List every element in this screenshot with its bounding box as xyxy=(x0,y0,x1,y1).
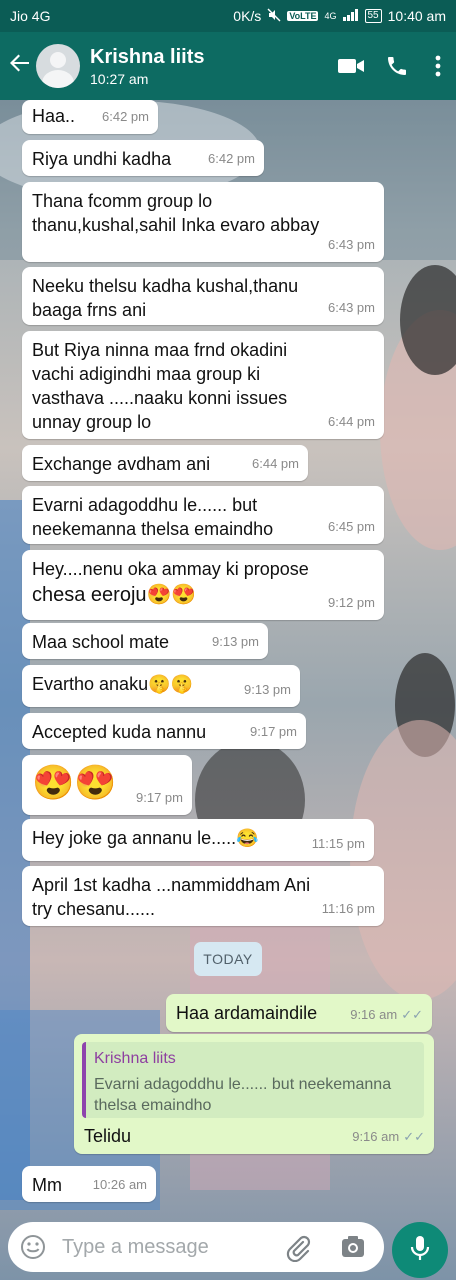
message-time: 9:13 pm xyxy=(244,682,291,697)
message-bubble[interactable]: April 1st kadha ...nammiddham Ani try ch… xyxy=(22,866,384,926)
message-time: 11:16 pm xyxy=(321,901,375,916)
message-text: vachi adigindhi maa group ki xyxy=(32,364,261,384)
message-text: neekemanna thelsa emaindho xyxy=(32,519,274,539)
message-text: Telidu xyxy=(84,1126,132,1146)
mute-icon xyxy=(267,8,281,25)
message-text: unnay group lo xyxy=(32,412,152,432)
message-bubble[interactable]: Evarni adagoddhu le...... but neekemanna… xyxy=(22,486,384,544)
message-text: But Riya ninna maa frnd okadini xyxy=(32,340,288,360)
message-time: 6:42 pm xyxy=(208,151,255,166)
message-time: 6:43 pm xyxy=(328,237,375,252)
message-time: 9:13 pm xyxy=(212,634,259,649)
contact-info[interactable]: Krishna liits 10:27 am xyxy=(90,46,328,87)
carrier-label: Jio 4G xyxy=(10,8,51,24)
contact-name: Krishna liits xyxy=(90,45,205,68)
quoted-text: Evarni adagoddhu le...... but neekemanna xyxy=(94,1076,392,1093)
message-text: Evarni adagoddhu le...... but xyxy=(32,495,258,515)
message-bubble[interactable]: Hey joke ga annanu le.....😂 11:15 pm xyxy=(22,819,374,861)
message-time: 6:44 pm xyxy=(252,456,299,471)
read-ticks-icon: ✓✓ xyxy=(403,1129,425,1144)
message-text: Haa ardamaindile xyxy=(176,1003,318,1023)
message-time: 6:44 pm xyxy=(328,414,375,429)
message-bubble[interactable]: Hey....nenu oka ammay ki propose chesa e… xyxy=(22,550,384,620)
quoted-sender: Krishna liits xyxy=(94,1050,176,1067)
message-text: Maa school mate xyxy=(32,632,170,652)
message-time: 9:16 am ✓✓ xyxy=(352,1125,425,1149)
message-bubble[interactable]: Riya undhi kadha 6:42 pm xyxy=(22,140,264,176)
message-text: thanu,kushal,sahil Inka evaro abbay xyxy=(32,215,320,235)
video-call-icon[interactable] xyxy=(328,46,374,86)
message-text: Thana fcomm group lo xyxy=(32,191,213,211)
message-bubble[interactable]: Thana fcomm group lo thanu,kushal,sahil … xyxy=(22,182,384,262)
message-text: baaga frns ani xyxy=(32,300,147,320)
clock: 10:40 am xyxy=(387,8,446,24)
message-text: Evartho anaku🤫🤫 xyxy=(32,674,193,694)
message-bubble[interactable]: Evartho anaku🤫🤫 9:13 pm xyxy=(22,665,300,707)
message-time: 9:16 am ✓✓ xyxy=(350,1003,423,1027)
compose-bar: Type a message xyxy=(0,1214,456,1280)
message-text: Exchange avdham ani xyxy=(32,454,211,474)
signal-icon xyxy=(342,8,359,24)
message-bubble[interactable]: Maa school mate 9:13 pm xyxy=(22,623,268,659)
quoted-text: thelsa emaindho xyxy=(94,1097,212,1114)
network-type: 4G xyxy=(324,11,337,21)
message-text: Hey joke ga annanu le.....😂 xyxy=(32,828,259,848)
message-time: 6:43 pm xyxy=(328,300,375,315)
network-speed: 0K/s xyxy=(233,8,262,24)
message-time: 9:17 pm xyxy=(250,724,297,739)
status-bar: Jio 4G 0K/s VoLTE 4G 55 10:40 am xyxy=(0,0,456,32)
message-bubble[interactable]: Exchange avdham ani 6:44 pm xyxy=(22,445,308,481)
message-time-value: 9:16 am xyxy=(350,1007,398,1022)
message-text: Mm xyxy=(32,1175,62,1195)
message-time: 9:17 pm xyxy=(136,790,183,805)
message-bubble[interactable]: Accepted kuda nannu 9:17 pm xyxy=(22,713,306,749)
message-text: Neeku thelsu kadha kushal,thanu xyxy=(32,276,299,296)
message-bubble-outgoing[interactable]: Krishna liits Evarni adagoddhu le...... … xyxy=(74,1034,434,1154)
phone-icon[interactable] xyxy=(374,46,420,86)
message-text: chesa eeroju😍😍 xyxy=(32,584,197,606)
volte-badge: VoLTE xyxy=(287,11,319,21)
read-ticks-icon: ✓✓ xyxy=(401,1007,423,1022)
mic-button[interactable] xyxy=(392,1222,448,1278)
menu-dots-icon[interactable] xyxy=(420,46,456,86)
message-list[interactable]: Haa.. 6:42 pm Riya undhi kadha 6:42 pm T… xyxy=(0,100,456,1212)
avatar[interactable] xyxy=(36,44,80,88)
message-text: April 1st kadha ...nammiddham Ani xyxy=(32,875,311,895)
attach-icon[interactable] xyxy=(284,1234,312,1267)
message-time: 11:15 pm xyxy=(311,836,365,851)
mic-icon xyxy=(409,1234,431,1267)
message-text: 😍😍 xyxy=(32,764,117,802)
message-time: 6:42 pm xyxy=(102,109,149,124)
emoji-icon[interactable] xyxy=(20,1234,46,1265)
message-text: Accepted kuda nannu xyxy=(32,722,207,742)
message-bubble[interactable]: Mm 10:26 am xyxy=(22,1166,156,1202)
message-time-value: 9:16 am xyxy=(352,1129,400,1144)
message-time: 6:45 pm xyxy=(328,519,375,534)
message-text: vasthava .....naaku konni issues xyxy=(32,388,288,408)
message-bubble[interactable]: But Riya ninna maa frnd okadini vachi ad… xyxy=(22,331,384,439)
message-input[interactable]: Type a message xyxy=(8,1222,384,1272)
date-separator: TODAY xyxy=(194,942,262,976)
input-placeholder: Type a message xyxy=(62,1236,209,1258)
message-text: Riya undhi kadha xyxy=(32,149,172,169)
camera-icon[interactable] xyxy=(340,1234,366,1265)
back-arrow-icon[interactable] xyxy=(4,52,36,80)
message-text: Haa.. xyxy=(32,106,76,126)
message-bubble-outgoing[interactable]: Haa ardamaindile 9:16 am ✓✓ xyxy=(166,994,432,1032)
last-seen: 10:27 am xyxy=(90,70,149,87)
message-bubble[interactable]: 😍😍 9:17 pm xyxy=(22,755,192,815)
message-text: Hey....nenu oka ammay ki propose xyxy=(32,559,309,579)
battery-level: 55 xyxy=(364,9,382,23)
message-bubble[interactable]: Haa.. 6:42 pm xyxy=(22,100,158,134)
message-time: 10:26 am xyxy=(92,1177,147,1192)
chat-header: Krishna liits 10:27 am xyxy=(0,32,456,100)
quoted-message[interactable]: Krishna liits Evarni adagoddhu le...... … xyxy=(82,1042,424,1118)
message-time: 9:12 pm xyxy=(328,595,375,610)
message-bubble[interactable]: Neeku thelsu kadha kushal,thanu baaga fr… xyxy=(22,267,384,325)
